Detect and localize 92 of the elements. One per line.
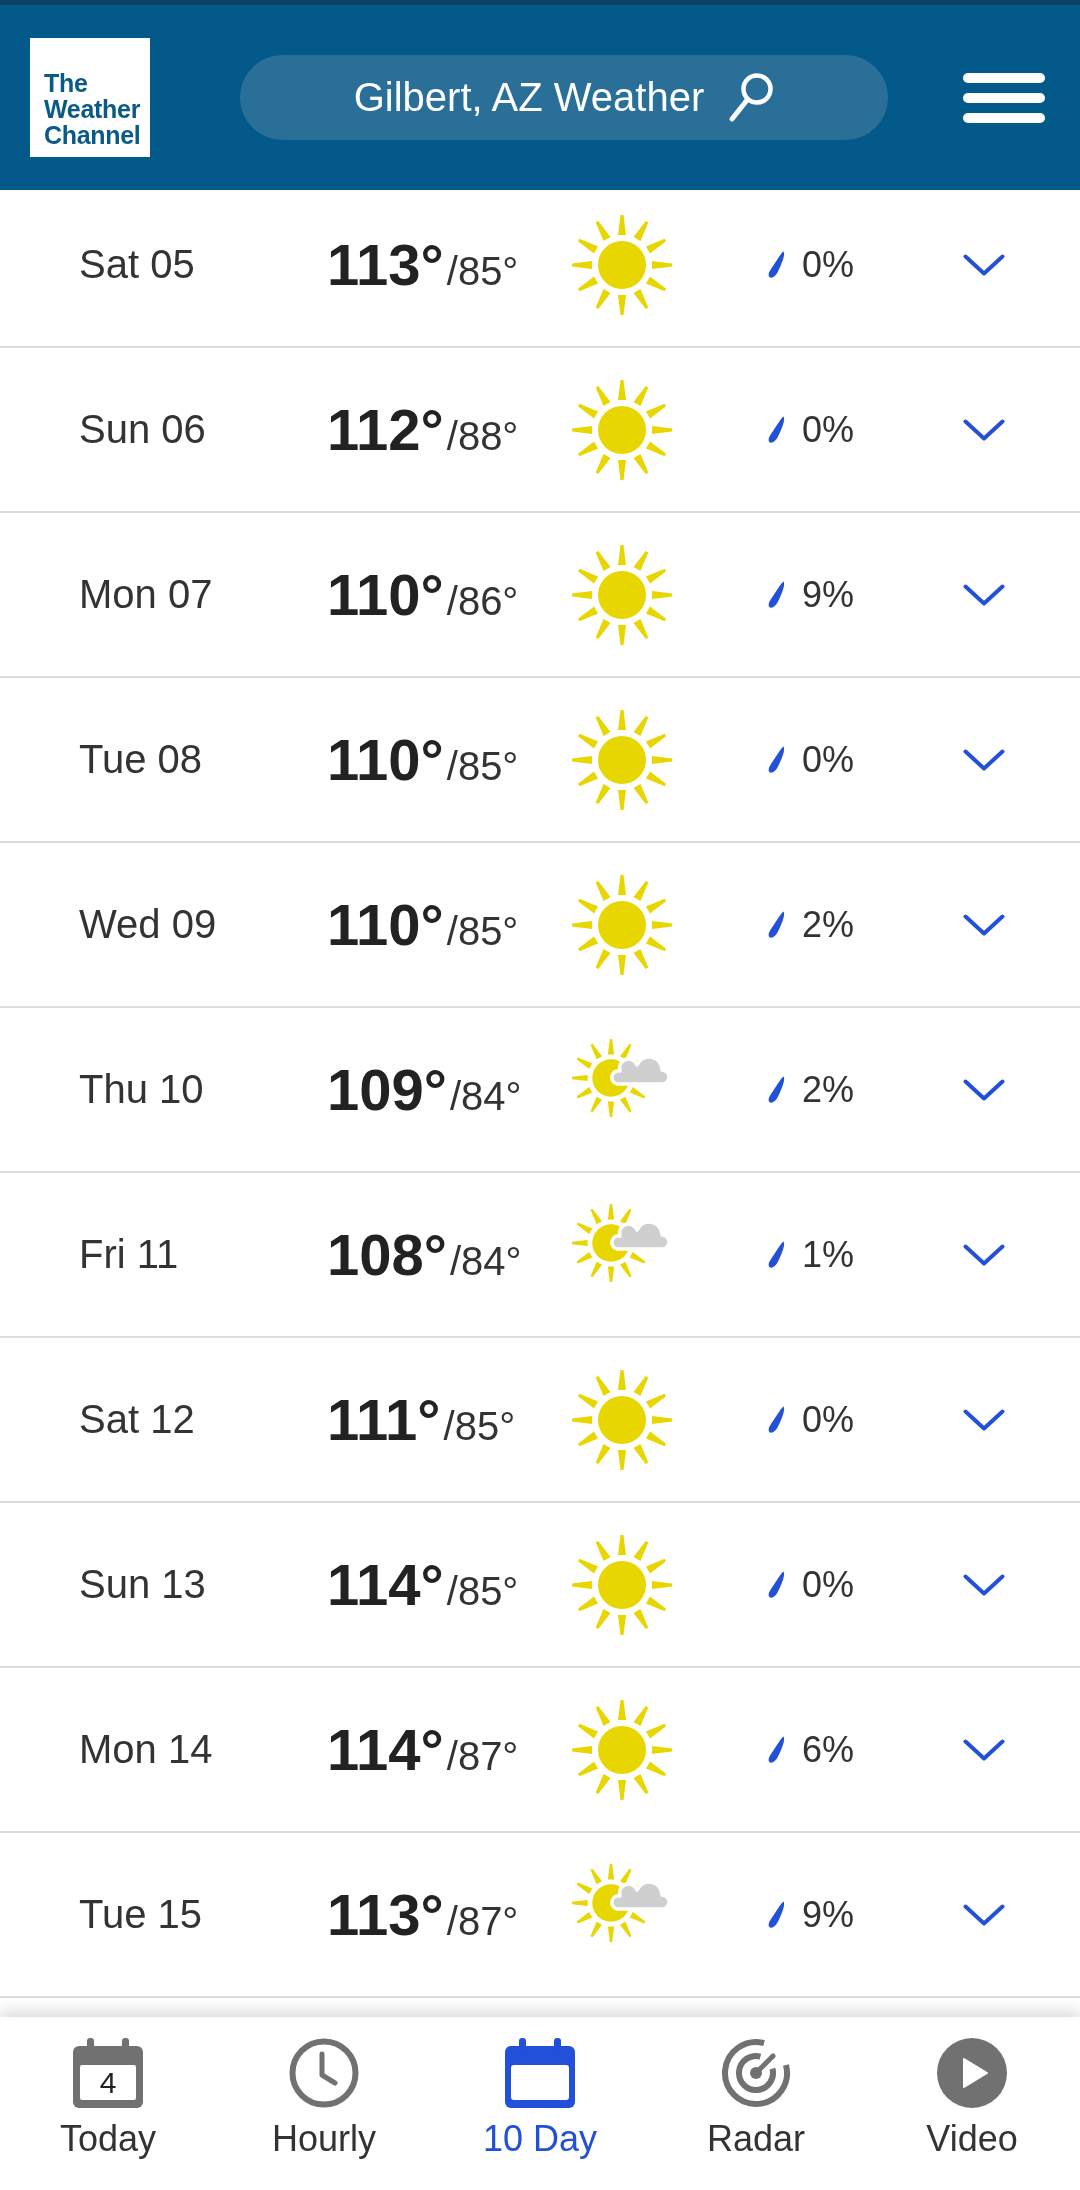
high-temperature: 111° bbox=[327, 1386, 441, 1453]
precipitation-chance: 0% bbox=[802, 1398, 855, 1441]
day-label: Wed 09 bbox=[79, 902, 218, 947]
high-temperature: 108° bbox=[327, 1221, 447, 1288]
calendar-date: 4 bbox=[98, 2065, 118, 2100]
day-label: Sat 12 bbox=[79, 1397, 196, 1442]
precipitation-chance: 1% bbox=[802, 1233, 855, 1276]
raindrop-icon bbox=[768, 1735, 785, 1764]
low-temperature: /85° bbox=[443, 1404, 516, 1449]
logo[interactable]: The Weather Channel bbox=[30, 38, 150, 157]
day-label: Mon 07 bbox=[79, 572, 214, 617]
precipitation-chance: 2% bbox=[802, 903, 855, 946]
sun-cloud-icon bbox=[572, 1202, 671, 1283]
day-label: Tue 15 bbox=[79, 1892, 204, 1937]
raindrop-icon bbox=[768, 1075, 785, 1104]
high-temperature: 110° bbox=[327, 891, 444, 958]
day-label: Sun 06 bbox=[79, 407, 207, 452]
raindrop-icon bbox=[768, 415, 785, 444]
day-label: Tue 08 bbox=[79, 737, 204, 782]
sun-icon bbox=[572, 1699, 672, 1800]
chevron-down-icon[interactable] bbox=[963, 1903, 1005, 1926]
nav-tab[interactable]: Radar bbox=[648, 2017, 864, 2190]
chevron-down-icon[interactable] bbox=[963, 418, 1005, 441]
high-temperature: 114° bbox=[327, 1551, 444, 1618]
raindrop-icon bbox=[768, 250, 785, 279]
sun-icon bbox=[572, 1369, 672, 1470]
chevron-down-icon[interactable] bbox=[963, 1243, 1005, 1266]
low-temperature: /88° bbox=[446, 414, 519, 459]
high-temperature: 110° bbox=[327, 561, 444, 628]
chevron-down-icon[interactable] bbox=[963, 748, 1005, 771]
raindrop-icon bbox=[768, 745, 785, 774]
day-label: Thu 10 bbox=[79, 1067, 205, 1112]
chevron-down-icon[interactable] bbox=[963, 1738, 1005, 1761]
calendar-icon bbox=[73, 2038, 143, 2108]
chevron-down-icon[interactable] bbox=[963, 1078, 1005, 1101]
raindrop-icon bbox=[768, 1900, 785, 1929]
radar-icon bbox=[721, 2038, 791, 2108]
low-temperature: /85° bbox=[446, 744, 519, 789]
low-temperature: /85° bbox=[446, 1569, 519, 1614]
day-label: Sun 13 bbox=[79, 1562, 207, 1607]
precipitation-chance: 9% bbox=[802, 1893, 855, 1936]
precipitation-chance: 2% bbox=[802, 1068, 855, 1111]
chevron-down-icon[interactable] bbox=[963, 913, 1005, 936]
high-temperature: 114° bbox=[327, 1716, 444, 1783]
nav-tab[interactable]: Video bbox=[864, 2017, 1080, 2190]
sun-cloud-icon bbox=[572, 1037, 671, 1118]
low-temperature: /85° bbox=[446, 249, 519, 294]
sun-icon bbox=[572, 214, 672, 315]
raindrop-icon bbox=[768, 580, 785, 609]
day-label: Fri 11 bbox=[79, 1232, 180, 1277]
low-temperature: /85° bbox=[446, 909, 519, 954]
day-label: Mon 14 bbox=[79, 1727, 214, 1772]
precipitation-chance: 0% bbox=[802, 1563, 855, 1606]
calendar-icon bbox=[505, 2038, 575, 2108]
low-temperature: /84° bbox=[449, 1239, 522, 1284]
raindrop-icon bbox=[768, 1240, 785, 1269]
search-icon bbox=[728, 72, 775, 123]
precipitation-chance: 0% bbox=[802, 408, 855, 451]
raindrop-icon bbox=[768, 1405, 785, 1434]
chevron-down-icon[interactable] bbox=[963, 1573, 1005, 1596]
high-temperature: 110° bbox=[327, 726, 444, 793]
low-temperature: /86° bbox=[446, 579, 519, 624]
precipitation-chance: 0% bbox=[802, 243, 855, 286]
sun-icon bbox=[572, 874, 672, 975]
nav-tab[interactable]: 10 Day bbox=[432, 2017, 648, 2190]
high-temperature: 109° bbox=[327, 1056, 447, 1123]
sun-icon bbox=[572, 379, 672, 480]
nav-tab[interactable]: 4 Today bbox=[0, 2017, 216, 2190]
high-temperature: 112° bbox=[327, 396, 444, 463]
precipitation-chance: 9% bbox=[802, 573, 855, 616]
chevron-down-icon[interactable] bbox=[963, 253, 1005, 276]
low-temperature: /87° bbox=[446, 1734, 519, 1779]
raindrop-icon bbox=[768, 1570, 785, 1599]
chevron-down-icon[interactable] bbox=[963, 1408, 1005, 1431]
sun-cloud-icon bbox=[572, 1862, 671, 1943]
sun-icon bbox=[572, 1534, 672, 1635]
precipitation-chance: 6% bbox=[802, 1728, 855, 1771]
sun-icon bbox=[572, 709, 672, 810]
location-search-button[interactable]: Gilbert, AZ Weather bbox=[240, 55, 888, 140]
day-label: Sat 05 bbox=[79, 242, 196, 287]
high-temperature: 113° bbox=[327, 231, 444, 298]
raindrop-icon bbox=[768, 910, 785, 939]
low-temperature: /87° bbox=[446, 1899, 519, 1944]
clock-icon bbox=[289, 2038, 359, 2108]
play-icon bbox=[937, 2038, 1007, 2108]
low-temperature: /84° bbox=[449, 1074, 522, 1119]
precipitation-chance: 0% bbox=[802, 738, 855, 781]
menu-icon[interactable] bbox=[963, 72, 1045, 123]
sun-icon bbox=[572, 544, 672, 645]
nav-tab[interactable]: Hourly bbox=[216, 2017, 432, 2190]
chevron-down-icon[interactable] bbox=[963, 583, 1005, 606]
high-temperature: 113° bbox=[327, 1881, 444, 1948]
